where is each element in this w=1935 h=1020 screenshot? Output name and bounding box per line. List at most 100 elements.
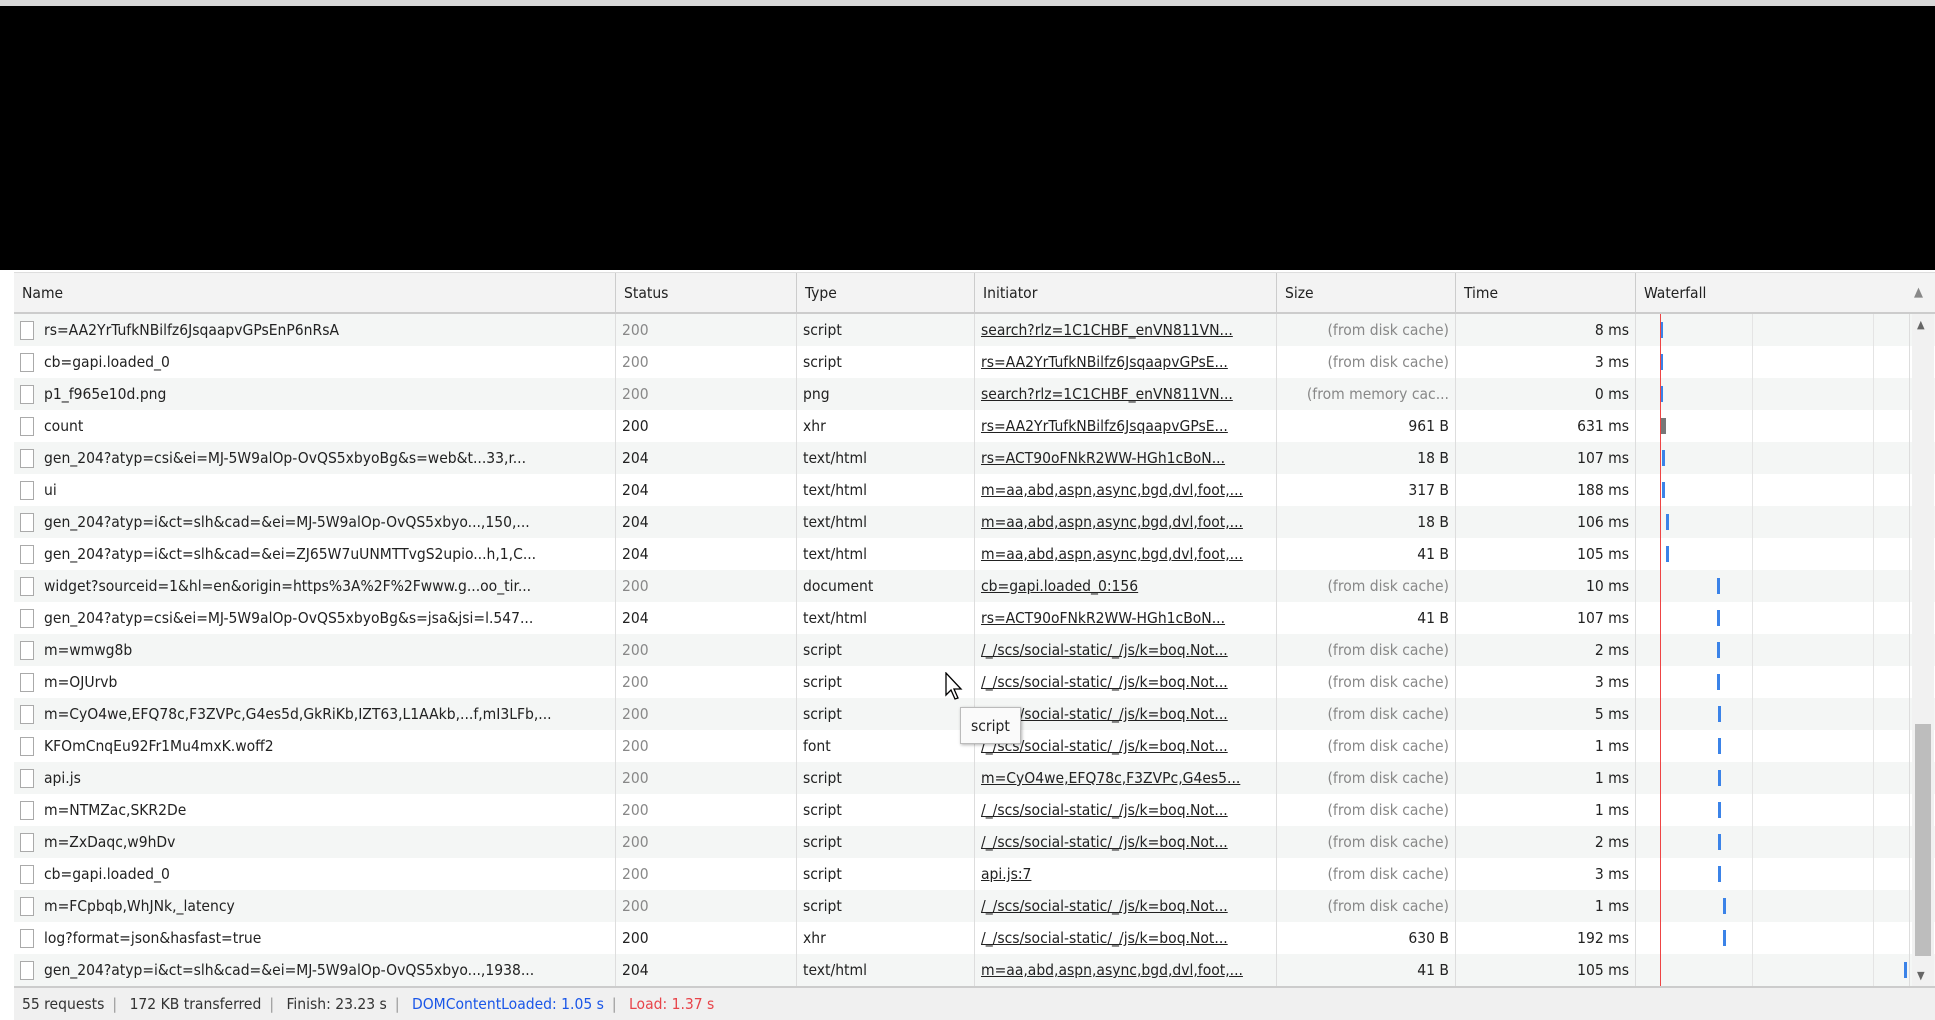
col-size[interactable]: Size bbox=[1277, 273, 1456, 312]
table-row[interactable]: m=ZxDaqc,w9hDv 200 script /_/scs/social-sta… bbox=[14, 826, 1935, 858]
scrollbar[interactable]: ▲ ▼ bbox=[1912, 314, 1934, 986]
table-row[interactable]: cb=gapi.loaded_0 200 script rs=AA2YrTufkNBi… bbox=[14, 346, 1935, 378]
scroll-down-icon[interactable]: ▼ bbox=[1917, 969, 1925, 982]
col-name[interactable]: Name bbox=[14, 273, 616, 312]
initiator-link[interactable]: m=aa,abd,aspn,async,bgd,dvl,foot,... bbox=[981, 481, 1243, 499]
type-cell: document bbox=[797, 570, 975, 602]
type-cell: script bbox=[797, 346, 975, 378]
name-cell[interactable]: count bbox=[14, 410, 616, 442]
status-cell: 204 bbox=[616, 474, 797, 506]
status-cell: 200 bbox=[616, 858, 797, 890]
col-type[interactable]: Type bbox=[797, 273, 975, 312]
waterfall-cell bbox=[1636, 346, 1910, 378]
table-row[interactable]: p1_f965e10d.png 200 png search?rlz=1C1CHBF_… bbox=[14, 378, 1935, 410]
initiator-link[interactable]: m=aa,abd,aspn,async,bgd,dvl,foot,... bbox=[981, 545, 1243, 563]
type-cell: text/html bbox=[797, 506, 975, 538]
name-cell[interactable]: ui bbox=[14, 474, 616, 506]
request-name: cb=gapi.loaded_0 bbox=[44, 865, 170, 883]
col-time[interactable]: Time bbox=[1456, 273, 1636, 312]
file-icon bbox=[20, 352, 34, 372]
table-row[interactable]: gen_204?atyp=i&ct=slh&cad=&ei=MJ-5W9alOp… bbox=[14, 506, 1935, 538]
name-cell[interactable]: gen_204?atyp=i&ct=slh&cad=&ei=ZJ65W7uUNM… bbox=[14, 538, 616, 570]
table-row[interactable]: ui 204 text/html m=aa,abd,aspn,async,bgd,dv… bbox=[14, 474, 1935, 506]
initiator-link[interactable]: api.js:7 bbox=[981, 865, 1031, 883]
initiator-link[interactable]: /_/scs/social-static/_/js/k=boq.Not... bbox=[981, 897, 1228, 915]
time-cell: 107 ms bbox=[1456, 442, 1636, 474]
name-cell[interactable]: p1_f965e10d.png bbox=[14, 378, 616, 410]
table-row[interactable]: rs=AA2YrTufkNBilfz6JsqaapvGPsEnP6nRsA 200… bbox=[14, 314, 1935, 346]
status-cell: 200 bbox=[616, 922, 797, 954]
file-icon bbox=[20, 576, 34, 596]
load-time: Load: 1.37 s bbox=[629, 995, 715, 1013]
waterfall-bar bbox=[1662, 482, 1665, 498]
name-cell[interactable]: gen_204?atyp=i&ct=slh&cad=&ei=MJ-5W9alOp… bbox=[14, 506, 616, 538]
col-status[interactable]: Status bbox=[616, 273, 797, 312]
request-name: ui bbox=[44, 481, 57, 499]
name-cell[interactable]: cb=gapi.loaded_0 bbox=[14, 858, 616, 890]
table-row[interactable]: gen_204?atyp=i&ct=slh&cad=&ei=MJ-5W9alOp… bbox=[14, 954, 1935, 986]
request-name: gen_204?atyp=i&ct=slh&cad=&ei=ZJ65W7uUNM… bbox=[44, 545, 537, 563]
table-row[interactable]: api.js 200 script m=CyO4we,EFQ78c,F3ZVPc,G4… bbox=[14, 762, 1935, 794]
request-name: m=CyO4we,EFQ78c,F3ZVPc,G4es5d,GkRiKb,IZT… bbox=[44, 705, 552, 723]
name-cell[interactable]: widget?sourceid=1&hl=en&origin=https%3A%… bbox=[14, 570, 616, 602]
name-cell[interactable]: KFOmCnqEu92Fr1Mu4mxK.woff2 bbox=[14, 730, 616, 762]
name-cell[interactable]: m=NTMZac,SKR2De bbox=[14, 794, 616, 826]
table-row[interactable]: m=NTMZac,SKR2De 200 script /_/scs/social-st… bbox=[14, 794, 1935, 826]
initiator-link[interactable]: /_/scs/social-static/_/js/k=boq.Not... bbox=[981, 801, 1228, 819]
initiator-link[interactable]: /_/scs/social-static/_/js/k=boq.Not... bbox=[981, 833, 1228, 851]
name-cell[interactable]: gen_204?atyp=csi&ei=MJ-5W9alOp-OvQS5xbyo… bbox=[14, 442, 616, 474]
file-icon bbox=[20, 384, 34, 404]
table-row[interactable]: widget?sourceid=1&hl=en&origin=https%3A%… bbox=[14, 570, 1935, 602]
table-row[interactable]: count 200 xhr rs=AA2YrTufkNBilfz6JsqaapvGPs… bbox=[14, 410, 1935, 442]
table-row[interactable]: m=OJUrvb 200 script/_/scs/social-static/_/… bbox=[14, 666, 1935, 698]
name-cell[interactable]: log?format=json&hasfast=true bbox=[14, 922, 616, 954]
time-cell: 107 ms bbox=[1456, 602, 1636, 634]
size-cell: 41 B bbox=[1277, 954, 1456, 986]
initiator-link[interactable]: rs=ACT90oFNkR2WW-HGh1cBoN... bbox=[981, 449, 1225, 467]
time-cell: 5 ms bbox=[1456, 698, 1636, 730]
time-cell: 106 ms bbox=[1456, 506, 1636, 538]
name-cell[interactable]: api.js bbox=[14, 762, 616, 794]
name-cell[interactable]: gen_204?atyp=csi&ei=MJ-5W9alOp-OvQS5xbyo… bbox=[14, 602, 616, 634]
initiator-link[interactable]: /_/scs/social-static/_/js/k=boq.Not... bbox=[981, 929, 1228, 947]
initiator-link[interactable]: m=aa,abd,aspn,async,bgd,dvl,foot,... bbox=[981, 513, 1243, 531]
name-cell[interactable]: m=OJUrvb bbox=[14, 666, 616, 698]
scroll-up-icon[interactable]: ▲ bbox=[1917, 318, 1925, 331]
initiator-link[interactable]: m=aa,abd,aspn,async,bgd,dvl,foot,... bbox=[981, 961, 1243, 979]
name-cell[interactable]: gen_204?atyp=i&ct=slh&cad=&ei=MJ-5W9alOp… bbox=[14, 954, 616, 986]
col-initiator[interactable]: Initiator bbox=[975, 273, 1277, 312]
size-cell: (from disk cache) bbox=[1277, 858, 1456, 890]
table-row[interactable]: gen_204?atyp=i&ct=slh&cad=&ei=ZJ65W7uUNM… bbox=[14, 538, 1935, 570]
name-cell[interactable]: cb=gapi.loaded_0 bbox=[14, 346, 616, 378]
table-row[interactable]: m=FCpbqb,WhJNk,_latency 200 script /_/scs/s… bbox=[14, 890, 1935, 922]
name-cell[interactable]: m=wmwg8b bbox=[14, 634, 616, 666]
initiator-link[interactable]: rs=AA2YrTufkNBilfz6JsqaapvGPsE... bbox=[981, 417, 1228, 435]
scrollbar-thumb[interactable] bbox=[1915, 724, 1931, 956]
initiator-link[interactable]: m=CyO4we,EFQ78c,F3ZVPc,G4es5... bbox=[981, 769, 1240, 787]
initiator-link[interactable]: /_/scs/social-static/_/js/k=boq.Not... bbox=[981, 673, 1228, 691]
time-cell: 192 ms bbox=[1456, 922, 1636, 954]
initiator-link[interactable]: search?rlz=1C1CHBF_enVN811VN... bbox=[981, 321, 1233, 339]
initiator-link[interactable]: /_/scs/social-static/_/js/k=boq.Not... bbox=[981, 641, 1228, 659]
table-row[interactable]: gen_204?atyp=csi&ei=MJ-5W9alOp-OvQS5xbyo… bbox=[14, 442, 1935, 474]
initiator-link[interactable]: rs=ACT90oFNkR2WW-HGh1cBoN... bbox=[981, 609, 1225, 627]
initiator-link[interactable]: search?rlz=1C1CHBF_enVN811VN... bbox=[981, 385, 1233, 403]
size-cell: (from disk cache) bbox=[1277, 698, 1456, 730]
table-row[interactable]: cb=gapi.loaded_0 200 script api.js:7 (from d… bbox=[14, 858, 1935, 890]
type-cell: text/html bbox=[797, 954, 975, 986]
waterfall-cell bbox=[1636, 314, 1910, 346]
time-cell: 3 ms bbox=[1456, 858, 1636, 890]
table-row[interactable]: m=wmwg8b 200 script /_/scs/social-static/_/… bbox=[14, 634, 1935, 666]
waterfall-cell bbox=[1636, 378, 1910, 410]
col-waterfall[interactable]: Waterfall ▲ bbox=[1636, 273, 1935, 312]
file-icon bbox=[20, 704, 34, 724]
name-cell[interactable]: m=ZxDaqc,w9hDv bbox=[14, 826, 616, 858]
table-row[interactable]: log?format=json&hasfast=true 200 xhr /_/scs… bbox=[14, 922, 1935, 954]
initiator-link[interactable]: rs=AA2YrTufkNBilfz6JsqaapvGPsE... bbox=[981, 353, 1228, 371]
name-cell[interactable]: rs=AA2YrTufkNBilfz6JsqaapvGPsEnP6nRsA bbox=[14, 314, 616, 346]
name-cell[interactable]: m=CyO4we,EFQ78c,F3ZVPc,G4es5d,GkRiKb,IZT… bbox=[14, 698, 616, 730]
table-row[interactable]: gen_204?atyp=csi&ei=MJ-5W9alOp-OvQS5xbyo… bbox=[14, 602, 1935, 634]
initiator-link[interactable]: cb=gapi.loaded_0:156 bbox=[981, 577, 1138, 595]
time-cell: 1 ms bbox=[1456, 730, 1636, 762]
name-cell[interactable]: m=FCpbqb,WhJNk,_latency bbox=[14, 890, 616, 922]
